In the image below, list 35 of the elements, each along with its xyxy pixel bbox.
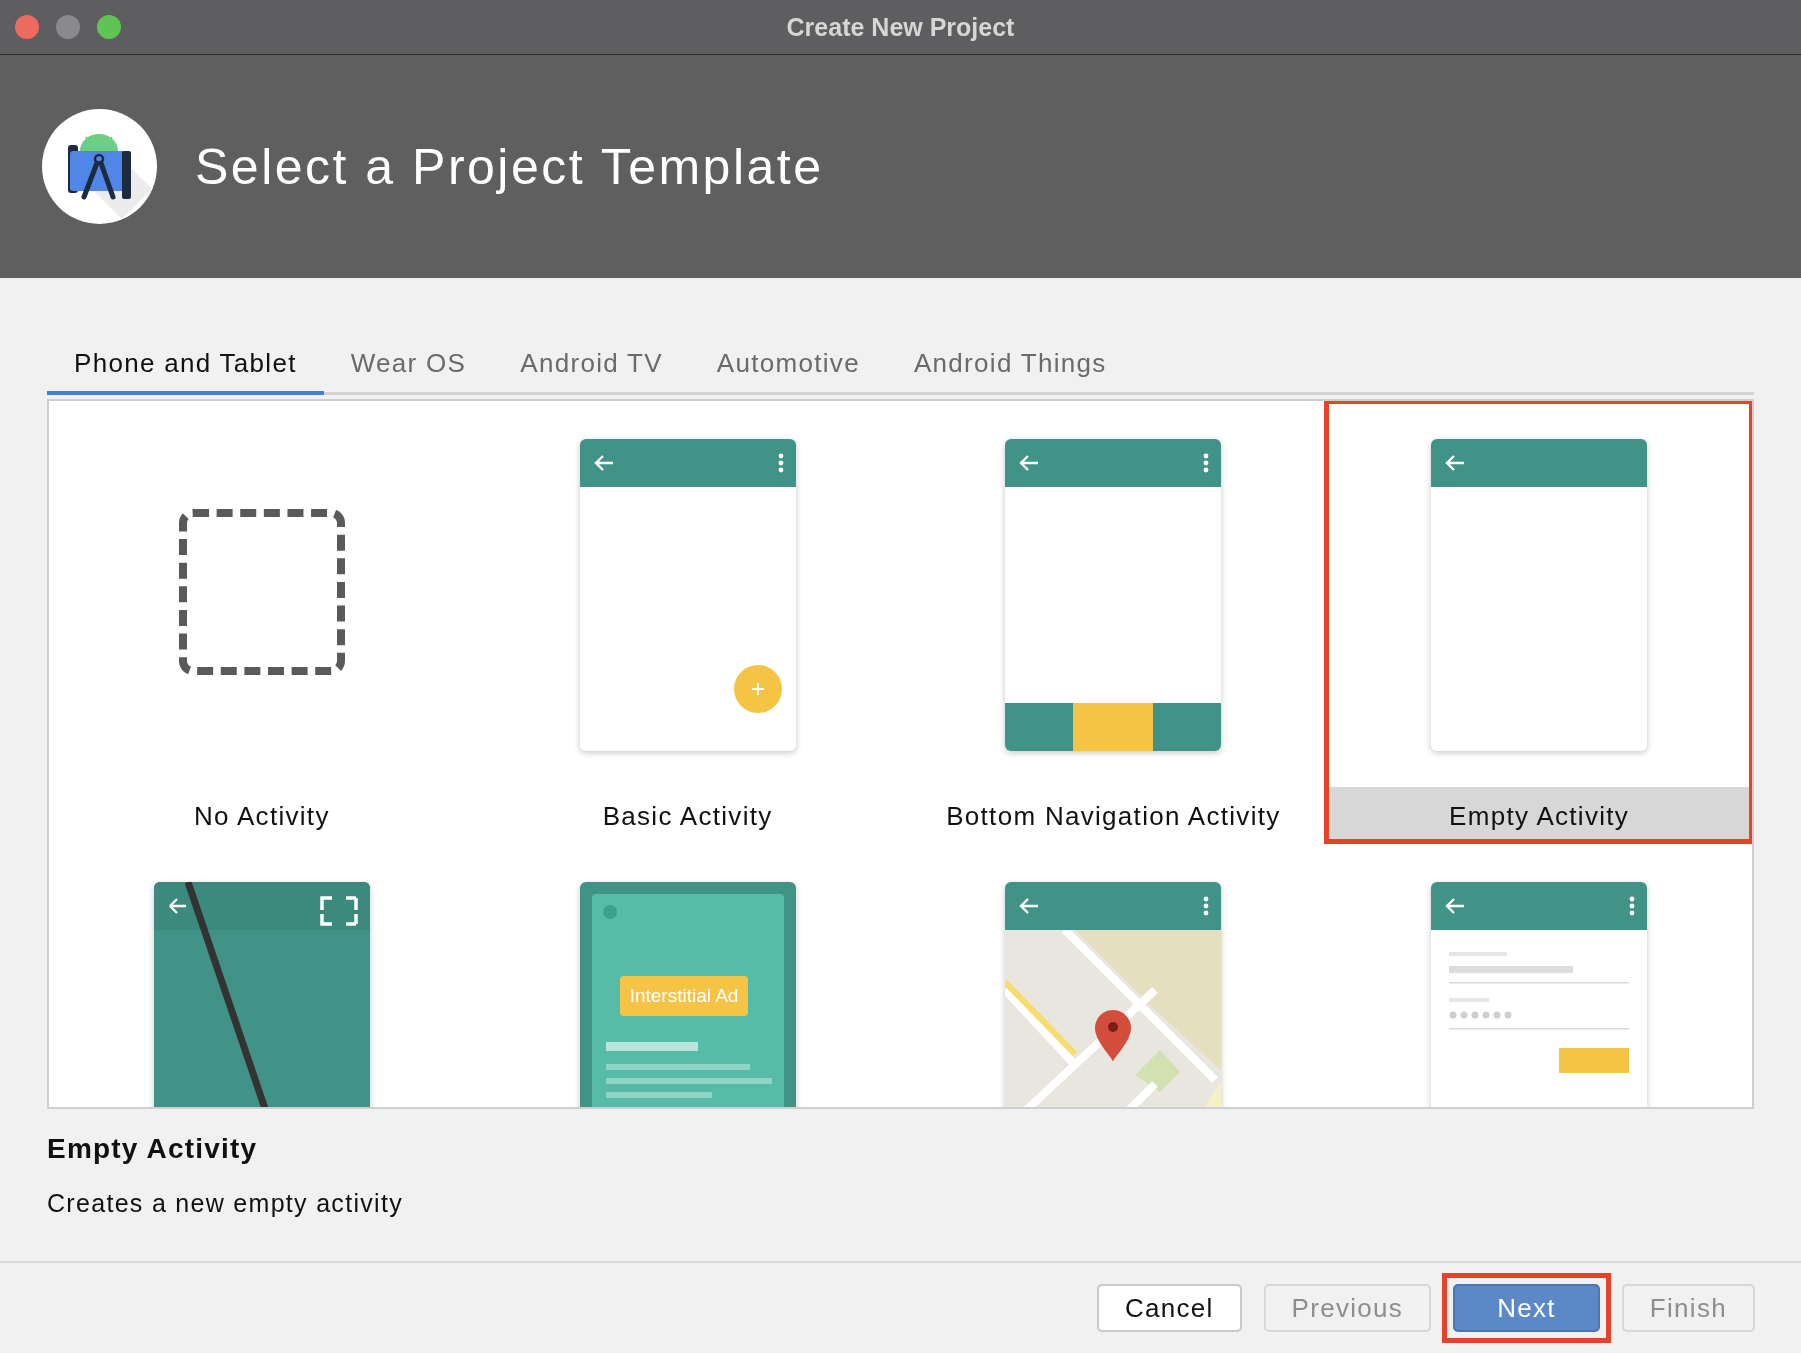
more-icon — [1203, 896, 1210, 916]
window-title: Create New Project — [786, 12, 1015, 41]
minimize-button[interactable] — [56, 15, 80, 39]
close-button[interactable] — [15, 15, 39, 39]
primary-button[interactable]: Next — [1453, 1284, 1600, 1332]
template-name: Bottom Navigation Activity — [946, 801, 1281, 832]
template-card[interactable]: Bottom Navigation Activity — [900, 401, 1327, 842]
tab[interactable]: Wear OS — [323, 338, 494, 395]
more-icon — [1203, 453, 1210, 473]
back-arrow-icon — [1019, 897, 1040, 915]
more-icon — [777, 453, 784, 473]
maximize-button[interactable] — [97, 15, 121, 39]
more-icon — [1629, 896, 1636, 916]
template-description: Creates a new empty activity — [47, 1189, 404, 1218]
template-card[interactable]: Empty Activity — [1326, 401, 1752, 842]
dialog-button[interactable]: Cancel — [1096, 1284, 1242, 1332]
back-arrow-icon — [1019, 454, 1040, 472]
page-heading: Select a Project Template — [195, 137, 824, 196]
ad-label: Interstitial Ad — [619, 976, 749, 1016]
template-card[interactable]: Basic Activity — [474, 401, 901, 842]
template-title: Empty Activity — [47, 1133, 259, 1165]
tab[interactable]: Automotive — [689, 338, 887, 395]
add-icon — [733, 665, 782, 713]
template-name: Empty Activity — [1449, 801, 1630, 832]
tab[interactable]: Android Things — [886, 338, 1134, 395]
back-arrow-icon — [1445, 454, 1466, 472]
app-logo-icon — [42, 109, 157, 224]
back-arrow-icon — [593, 454, 614, 472]
tab[interactable]: Phone and Tablet — [47, 338, 324, 395]
template-name: No Activity — [194, 801, 330, 832]
back-arrow-icon — [1445, 897, 1466, 915]
template-card[interactable]: No Activity — [49, 401, 475, 842]
tab[interactable]: Android TV — [493, 338, 690, 395]
template-name: Basic Activity — [602, 801, 773, 832]
dashed-square-icon — [178, 509, 345, 675]
